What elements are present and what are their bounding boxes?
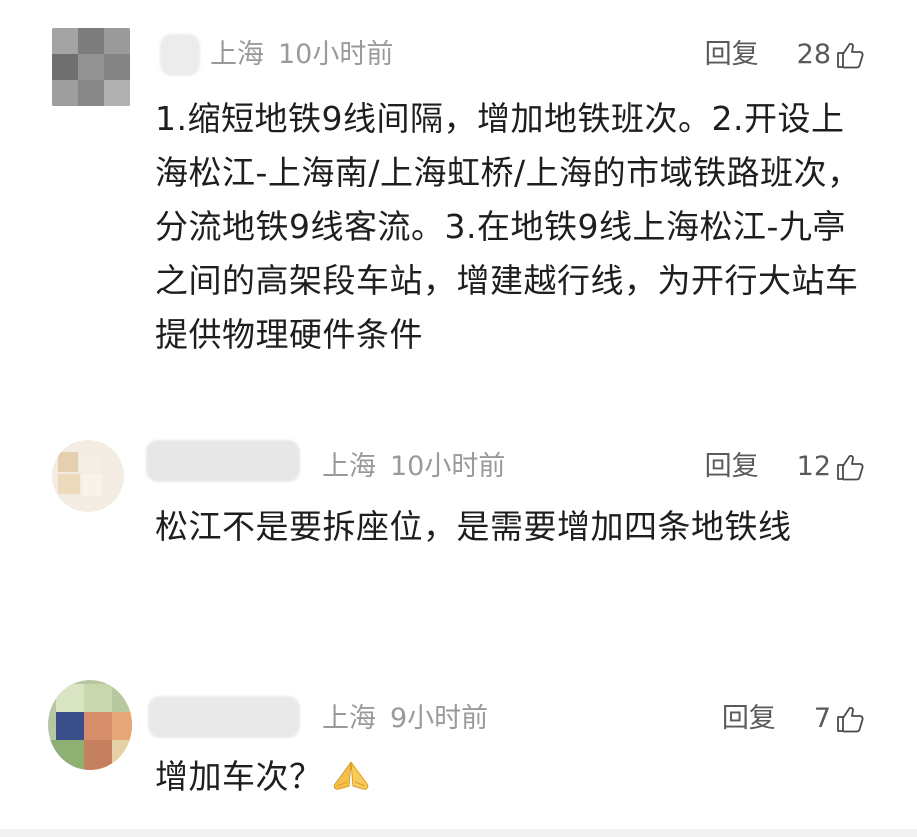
comment-location: 上海: [210, 39, 264, 70]
like-count: 7: [813, 703, 831, 734]
reply-button[interactable]: 回复: [722, 702, 776, 736]
like-count: 12: [796, 451, 831, 482]
praying-hands-emoji-icon: [333, 761, 368, 790]
comment-meta: 上海 10小时前: [322, 450, 519, 484]
comment-time: 10小时前: [278, 39, 394, 70]
comment-location: 上海: [322, 451, 376, 482]
username-blurred[interactable]: [146, 440, 300, 482]
comment-text: 增加车次？: [155, 757, 323, 796]
like-count: 28: [796, 39, 831, 70]
comment-text: 松江不是要拆座位，是需要增加四条地铁线: [155, 507, 792, 546]
avatar[interactable]: [52, 440, 124, 512]
comment-time: 9小时前: [390, 703, 489, 734]
comment-text: 1.缩短地铁9线间隔，增加地铁班次。2.开设上海松江-上海南/上海虹桥/上海的市…: [155, 99, 861, 354]
username-blurred[interactable]: [148, 696, 300, 738]
thumbs-up-icon[interactable]: [835, 40, 865, 70]
comment-text-wrap: 增加车次？: [155, 750, 865, 804]
username-blurred[interactable]: [160, 34, 200, 76]
reply-button[interactable]: 回复: [705, 38, 759, 72]
reply-button[interactable]: 回复: [705, 450, 759, 484]
thumbs-up-icon[interactable]: [835, 704, 865, 734]
comment-meta: 上海 10小时前: [210, 38, 407, 72]
comment-location: 上海: [322, 703, 376, 734]
bottom-divider: [0, 829, 917, 837]
comment-meta: 上海 9小时前: [322, 702, 502, 736]
comment-actions: 回复 12: [705, 450, 865, 484]
thumbs-up-icon[interactable]: [835, 452, 865, 482]
avatar[interactable]: [48, 680, 132, 770]
comment-time: 10小时前: [390, 451, 506, 482]
avatar[interactable]: [52, 28, 130, 106]
comment-actions: 回复 28: [705, 38, 865, 72]
comment-actions: 回复 7: [722, 702, 865, 736]
